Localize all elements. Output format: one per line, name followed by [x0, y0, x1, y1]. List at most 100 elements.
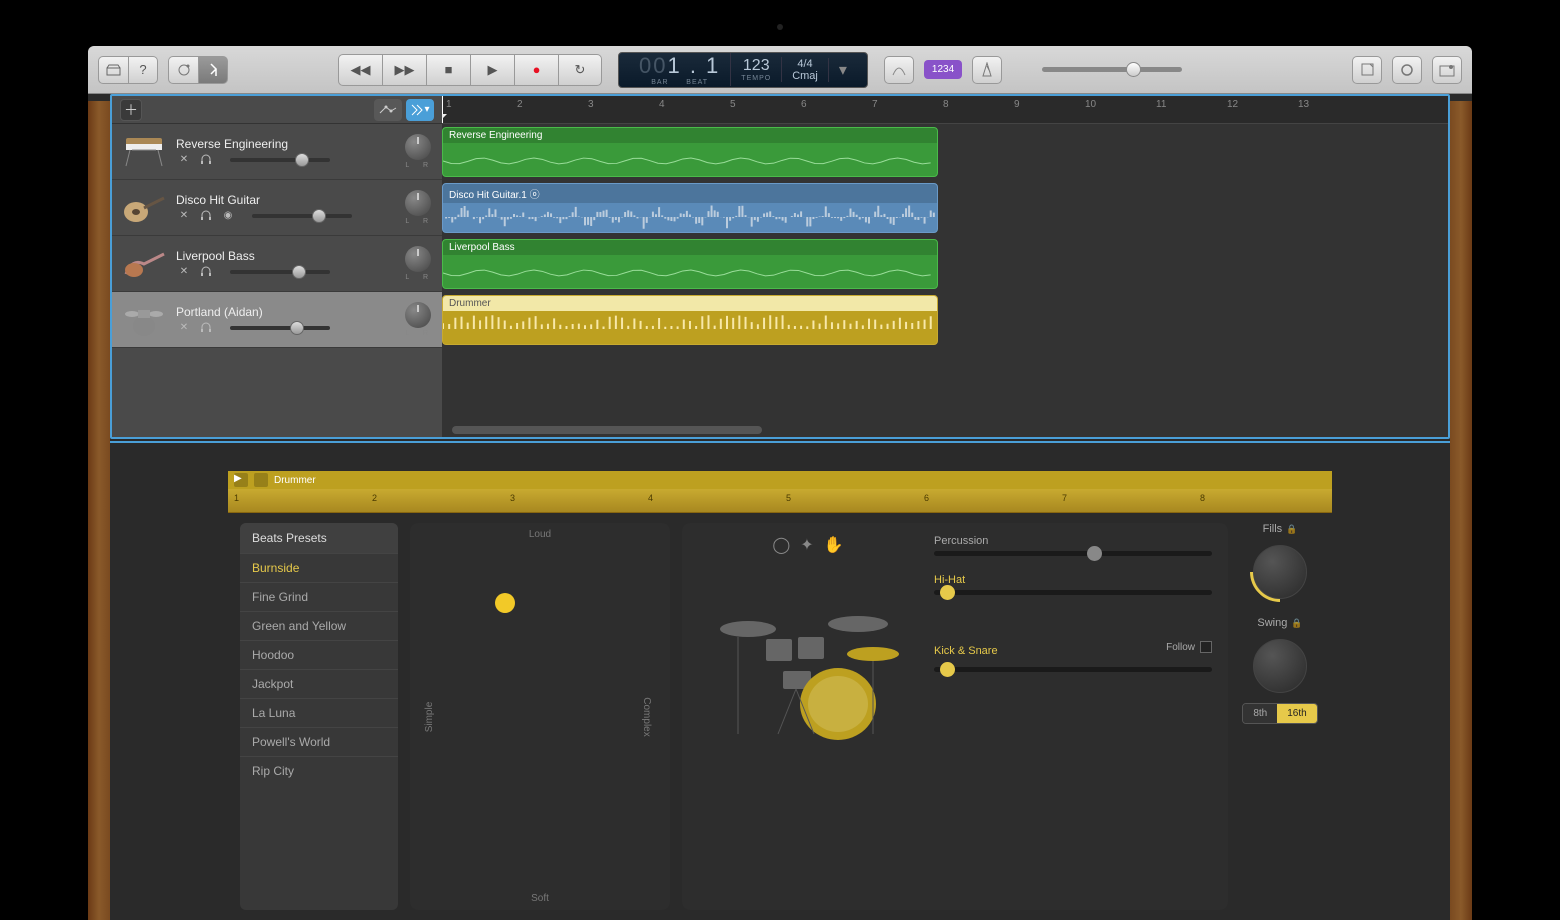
forward-button[interactable]: ▶▶: [382, 54, 426, 86]
metronome-button[interactable]: [972, 56, 1002, 84]
xy-label-complex: Complex: [641, 697, 652, 736]
region-lane[interactable]: Reverse Engineering: [442, 124, 1448, 180]
solo-headphone-button[interactable]: [198, 209, 214, 223]
rewind-button[interactable]: ◀◀: [338, 54, 382, 86]
track-name: Disco Hit Guitar: [176, 193, 397, 207]
xy-puck[interactable]: [495, 593, 515, 613]
cycle-button[interactable]: ↻: [558, 54, 602, 86]
volume-slider[interactable]: [252, 214, 352, 218]
ruler-bar-number: 1: [446, 99, 452, 110]
notepad-button[interactable]: [1352, 56, 1382, 84]
play-button[interactable]: ▶: [470, 54, 514, 86]
sixteenth-button[interactable]: 16th: [1277, 704, 1316, 723]
track-header[interactable]: Reverse Engineering ✕ L R: [112, 124, 442, 180]
region-tool-icon[interactable]: [254, 473, 268, 487]
record-button[interactable]: ●: [514, 54, 558, 86]
preset-item[interactable]: Burnside: [240, 553, 398, 582]
volume-slider[interactable]: [230, 158, 330, 162]
region-lane[interactable]: Drummer: [442, 292, 1448, 348]
tuner-button[interactable]: [884, 56, 914, 84]
preset-item[interactable]: Powell's World: [240, 727, 398, 756]
follow-toggle[interactable]: Follow: [1166, 641, 1212, 653]
solo-headphone-button[interactable]: [198, 321, 214, 335]
lock-icon[interactable]: 🔒: [1286, 524, 1297, 535]
region-title: Drummer: [443, 296, 937, 311]
horizontal-scrollbar[interactable]: [452, 426, 762, 434]
swing-knob[interactable]: [1253, 639, 1307, 693]
region-title: Reverse Engineering: [443, 128, 937, 143]
audio-region[interactable]: Liverpool Bass: [442, 239, 938, 289]
percussion-slider[interactable]: [934, 551, 1212, 556]
preset-item[interactable]: Fine Grind: [240, 582, 398, 611]
beats-presets-list: Beats Presets BurnsideFine GrindGreen an…: [240, 523, 398, 910]
bar-ruler[interactable]: 12345678910111213: [442, 96, 1448, 124]
xy-label-soft: Soft: [531, 893, 549, 904]
drum-kit-visual[interactable]: ◯ ✦ ✋: [698, 535, 918, 898]
volume-slider[interactable]: [230, 326, 330, 330]
count-in-button[interactable]: 1234: [924, 60, 962, 79]
swing-resolution-toggle: 8th 16th: [1242, 703, 1317, 724]
track-region-area[interactable]: 12345678910111213 Reverse EngineeringDis…: [442, 96, 1448, 437]
smart-controls-button[interactable]: [168, 56, 198, 84]
preset-item[interactable]: Hoodoo: [240, 640, 398, 669]
track-name: Portland (Aidan): [176, 305, 397, 319]
lcd-display[interactable]: 001 . 1BAR BEAT 123TEMPO 4/4Cmaj ▾: [618, 52, 868, 88]
stop-button[interactable]: ■: [426, 54, 470, 86]
solo-headphone-button[interactable]: [198, 265, 214, 279]
preset-item[interactable]: La Luna: [240, 698, 398, 727]
transport-controls: ◀◀ ▶▶ ■ ▶ ● ↻: [338, 54, 602, 86]
track-name: Reverse Engineering: [176, 137, 397, 151]
library-button[interactable]: [98, 56, 128, 84]
pan-knob[interactable]: [405, 190, 431, 216]
preset-item[interactable]: Rip City: [240, 756, 398, 785]
region-lane[interactable]: Disco Hit Guitar.1 ⓞ: [442, 180, 1448, 236]
pan-knob[interactable]: [405, 246, 431, 272]
pan-knob[interactable]: [405, 302, 431, 328]
drummer-editor: ▶ Drummer 12345678 Beats Presets Burnsid…: [228, 471, 1332, 920]
preset-item[interactable]: Green and Yellow: [240, 611, 398, 640]
track-header[interactable]: Disco Hit Guitar ✕ ◉ L R: [112, 180, 442, 236]
lock-icon[interactable]: 🔒: [1291, 618, 1302, 629]
mute-button[interactable]: ✕: [176, 209, 192, 223]
pan-knob[interactable]: [405, 134, 431, 160]
eighth-button[interactable]: 8th: [1243, 704, 1277, 723]
media-browser-button[interactable]: [1432, 56, 1462, 84]
xy-performance-pad[interactable]: Loud Soft Simple Complex: [410, 523, 670, 910]
mute-button[interactable]: ✕: [176, 321, 192, 335]
playhead[interactable]: [442, 96, 443, 123]
region-title: Disco Hit Guitar.1 ⓞ: [443, 184, 937, 203]
hihat-slider[interactable]: [934, 590, 1212, 595]
automation-toggle[interactable]: [374, 99, 402, 121]
ruler-bar-number: 3: [588, 99, 594, 110]
editors-button[interactable]: [198, 56, 228, 84]
clap-icon[interactable]: ✋: [824, 535, 844, 555]
track-header[interactable]: Portland (Aidan) ✕ L R: [112, 292, 442, 348]
tambourine-icon[interactable]: ◯: [772, 535, 790, 555]
fills-knob[interactable]: [1253, 545, 1307, 599]
input-monitor-button[interactable]: ◉: [220, 209, 236, 223]
ruler-bar-number: 10: [1085, 99, 1096, 110]
audio-region[interactable]: Drummer: [442, 295, 938, 345]
drummer-ruler[interactable]: 12345678: [228, 489, 1332, 513]
mute-button[interactable]: ✕: [176, 265, 192, 279]
master-volume-slider[interactable]: [1042, 67, 1182, 72]
ruler-bar-number: 11: [1156, 99, 1166, 110]
track-instrument-icon: [120, 131, 168, 173]
loop-browser-button[interactable]: [1392, 56, 1422, 84]
drummer-ruler-bar: 8: [1200, 493, 1205, 503]
drummer-ruler-bar: 5: [786, 493, 791, 503]
preset-item[interactable]: Jackpot: [240, 669, 398, 698]
region-lane[interactable]: Liverpool Bass: [442, 236, 1448, 292]
quick-help-button[interactable]: ?: [128, 56, 158, 84]
volume-slider[interactable]: [230, 270, 330, 274]
track-header[interactable]: Liverpool Bass ✕ L R: [112, 236, 442, 292]
audio-region[interactable]: Reverse Engineering: [442, 127, 938, 177]
catch-playhead-toggle[interactable]: ▾: [406, 99, 434, 121]
kicksnare-slider[interactable]: [934, 667, 1212, 672]
add-track-button[interactable]: ＋: [120, 99, 142, 121]
audio-region[interactable]: Disco Hit Guitar.1 ⓞ: [442, 183, 938, 233]
solo-headphone-button[interactable]: [198, 153, 214, 167]
mute-button[interactable]: ✕: [176, 153, 192, 167]
shaker-icon[interactable]: ✦: [800, 535, 813, 555]
region-play-icon[interactable]: ▶: [234, 473, 248, 487]
